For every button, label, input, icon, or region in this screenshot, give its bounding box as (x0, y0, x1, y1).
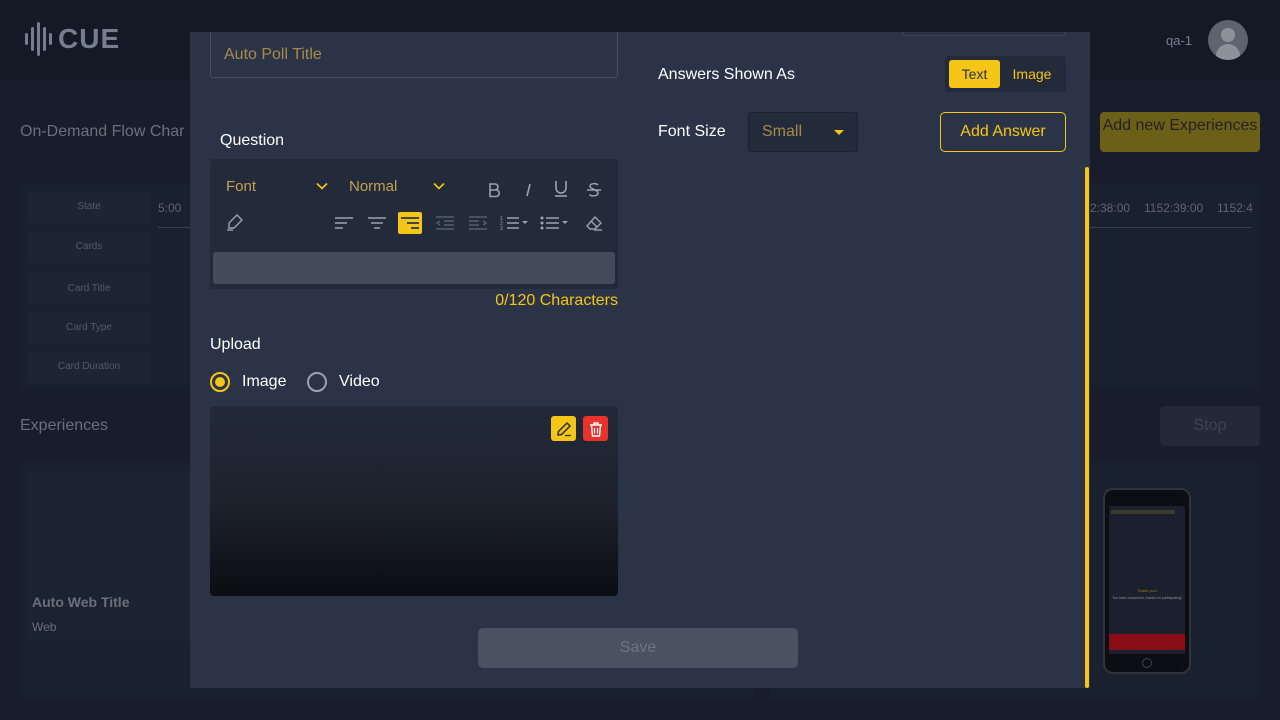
align-right-button[interactable] (398, 212, 422, 234)
highlighter-icon (227, 214, 243, 231)
italic-icon (526, 183, 531, 197)
upload-video-label: Video (339, 373, 380, 390)
pencil-icon (556, 421, 571, 436)
font-size-style-select[interactable]: Normal (349, 178, 449, 195)
font-family-select[interactable]: Font (226, 178, 330, 195)
radio-checked-icon (210, 372, 230, 392)
underline-icon (555, 181, 567, 197)
outdent-icon (435, 216, 454, 230)
modal-scrollbar[interactable] (1085, 167, 1089, 688)
clear-format-button[interactable] (582, 212, 606, 234)
answers-display-toggle: Text Image (945, 56, 1066, 92)
auto-poll-modal: Question Font Normal (190, 32, 1090, 688)
caret-down-icon (834, 130, 844, 135)
bold-icon (489, 183, 500, 198)
upload-video-radio[interactable]: Video (307, 372, 380, 392)
question-editor: Font Normal 1 2 3 (210, 159, 618, 289)
align-center-button[interactable] (365, 212, 389, 234)
answers-shown-as-label: Answers Shown As (658, 66, 795, 83)
outdent-button[interactable] (433, 212, 457, 234)
field-stub (902, 32, 1066, 36)
question-label: Question (220, 132, 285, 149)
align-right-icon (401, 217, 419, 229)
eraser-icon (586, 215, 602, 231)
indent-icon (469, 216, 488, 230)
highlight-button[interactable] (223, 211, 247, 233)
font-size-value: Small (762, 123, 803, 140)
strikethrough-icon (587, 182, 601, 197)
radio-unchecked-icon (307, 372, 327, 392)
chevron-down-icon (316, 182, 328, 190)
align-left-button[interactable] (332, 212, 356, 234)
font-family-value: Font (226, 178, 257, 195)
answers-text-option[interactable]: Text (949, 60, 1000, 88)
bullet-list-button[interactable] (539, 212, 571, 234)
align-center-icon (368, 217, 386, 229)
align-left-icon (335, 217, 353, 229)
upload-label: Upload (210, 336, 261, 353)
svg-text:3: 3 (500, 226, 503, 231)
font-size-style-value: Normal (349, 178, 398, 195)
poll-title-input[interactable] (210, 32, 618, 78)
trash-icon (589, 421, 602, 437)
delete-image-button[interactable] (583, 416, 608, 441)
bullet-list-icon (540, 216, 568, 230)
ordered-list-button[interactable]: 123 (499, 212, 531, 234)
character-count: 0/120 Characters (495, 292, 618, 309)
ordered-list-icon: 123 (500, 216, 528, 231)
italic-button[interactable] (516, 179, 540, 201)
indent-button[interactable] (466, 212, 490, 234)
strikethrough-button[interactable] (582, 179, 606, 201)
chevron-down-icon (433, 182, 445, 190)
bold-button[interactable] (482, 179, 506, 201)
font-size-select[interactable]: Small (748, 112, 858, 152)
underline-button[interactable] (549, 178, 573, 200)
save-button[interactable]: Save (478, 628, 798, 668)
add-answer-button[interactable]: Add Answer (940, 112, 1066, 152)
upload-image-label: Image (242, 373, 287, 390)
upload-preview (210, 406, 618, 596)
question-text-area[interactable] (213, 252, 615, 284)
font-size-label: Font Size (658, 123, 726, 140)
edit-image-button[interactable] (551, 416, 576, 441)
answers-image-option[interactable]: Image (1002, 60, 1062, 88)
upload-image-radio[interactable]: Image (210, 372, 286, 392)
